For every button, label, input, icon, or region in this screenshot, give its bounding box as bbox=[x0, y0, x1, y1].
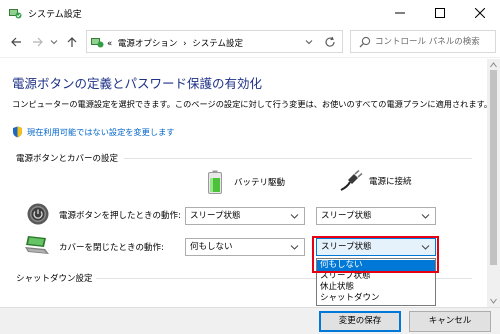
breadcrumb-separator: › bbox=[183, 39, 187, 49]
change-settings-link[interactable]: 現在利用可能ではない設定を変更します bbox=[12, 126, 174, 138]
page-description: コンピューターの電源設定を選択できます。このページの設定に対して行う変更は、お使… bbox=[12, 99, 493, 109]
power-button-icon bbox=[27, 203, 49, 225]
breadcrumb-power-options[interactable]: 電源オプション bbox=[118, 39, 178, 49]
chevron-down-icon bbox=[50, 40, 58, 45]
vertical-scrollbar[interactable] bbox=[487, 59, 500, 307]
search-icon bbox=[359, 36, 371, 48]
column-header-plugged-label: 電源に接続 bbox=[369, 177, 412, 187]
lid-close-action-label: カバーを閉じたときの動作: bbox=[59, 243, 164, 253]
search-box[interactable] bbox=[350, 30, 496, 53]
power-button-battery-value: スリープ状態 bbox=[190, 211, 241, 221]
section-divider bbox=[124, 158, 472, 159]
scrollbar-thumb[interactable] bbox=[490, 70, 497, 265]
window-title: システム設定 bbox=[28, 10, 82, 20]
power-button-plugged-select[interactable]: スリープ状態 bbox=[316, 207, 436, 225]
power-plug-icon bbox=[340, 170, 363, 191]
highlight-frame bbox=[312, 236, 439, 273]
search-input[interactable] bbox=[375, 34, 493, 50]
arrow-left-icon bbox=[11, 37, 21, 47]
shield-icon bbox=[13, 126, 22, 138]
dropdown-option-shutdown[interactable]: シャットダウン bbox=[317, 293, 435, 304]
up-button[interactable] bbox=[64, 34, 80, 50]
column-header-battery: バッテリ駆動 bbox=[208, 170, 285, 194]
arrow-right-icon bbox=[33, 37, 43, 47]
dropdown-option-hibernate[interactable]: 休止状態 bbox=[317, 282, 435, 293]
change-settings-link-label[interactable]: 現在利用可能ではない設定を変更します bbox=[27, 126, 174, 138]
address-bar[interactable]: « 電源オプション › システム設定 bbox=[86, 30, 343, 53]
shutdown-section-title: シャットダウン設定 bbox=[16, 274, 93, 284]
control-panel-icon bbox=[9, 9, 22, 19]
save-changes-button[interactable]: 変更の保存 bbox=[319, 311, 401, 332]
scroll-down-icon[interactable] bbox=[490, 298, 497, 304]
cancel-button[interactable]: キャンセル bbox=[409, 311, 491, 332]
power-section-title: 電源ボタンとカバーの設定 bbox=[16, 154, 119, 164]
laptop-lid-icon bbox=[25, 236, 49, 254]
close-button[interactable] bbox=[460, 0, 500, 26]
chevron-down-icon bbox=[290, 245, 299, 250]
power-button-battery-select[interactable]: スリープ状態 bbox=[185, 207, 305, 225]
maximize-button[interactable] bbox=[420, 0, 460, 26]
minimize-button[interactable] bbox=[380, 0, 420, 26]
footer-bar: 変更の保存 キャンセル bbox=[0, 307, 500, 334]
column-header-plugged: 電源に接続 bbox=[339, 170, 412, 192]
battery-icon bbox=[208, 170, 222, 194]
chevron-down-icon bbox=[421, 214, 430, 219]
breadcrumb-system-settings[interactable]: システム設定 bbox=[192, 39, 243, 49]
power-button-plugged-value: スリープ状態 bbox=[321, 211, 372, 221]
breadcrumb: « 電源オプション › システム設定 bbox=[107, 37, 246, 49]
refresh-icon[interactable] bbox=[324, 36, 336, 48]
close-icon bbox=[475, 8, 485, 18]
power-button-action-label: 電源ボタンを押したときの動作: bbox=[59, 211, 181, 221]
title-bar: システム設定 bbox=[0, 0, 500, 26]
recent-locations-button[interactable] bbox=[48, 34, 60, 50]
navigation-bar: « 電源オプション › システム設定 bbox=[0, 26, 500, 58]
page-title: 電源ボタンの定義とパスワード保護の有効化 bbox=[12, 76, 263, 91]
forward-button[interactable] bbox=[30, 34, 46, 50]
minimize-icon bbox=[395, 12, 405, 14]
control-panel-icon bbox=[91, 38, 104, 48]
maximize-icon bbox=[435, 8, 445, 18]
lid-close-battery-value: 何もしない bbox=[190, 242, 233, 252]
chevron-down-icon[interactable] bbox=[304, 37, 314, 47]
back-button[interactable] bbox=[8, 34, 24, 50]
chevron-down-icon bbox=[290, 214, 299, 219]
scroll-up-icon[interactable] bbox=[490, 62, 497, 68]
column-header-battery-label: バッテリ駆動 bbox=[234, 178, 286, 188]
breadcrumb-overflow[interactable]: « bbox=[107, 39, 112, 49]
lid-close-battery-select[interactable]: 何もしない bbox=[185, 238, 305, 256]
arrow-up-icon bbox=[67, 37, 77, 47]
